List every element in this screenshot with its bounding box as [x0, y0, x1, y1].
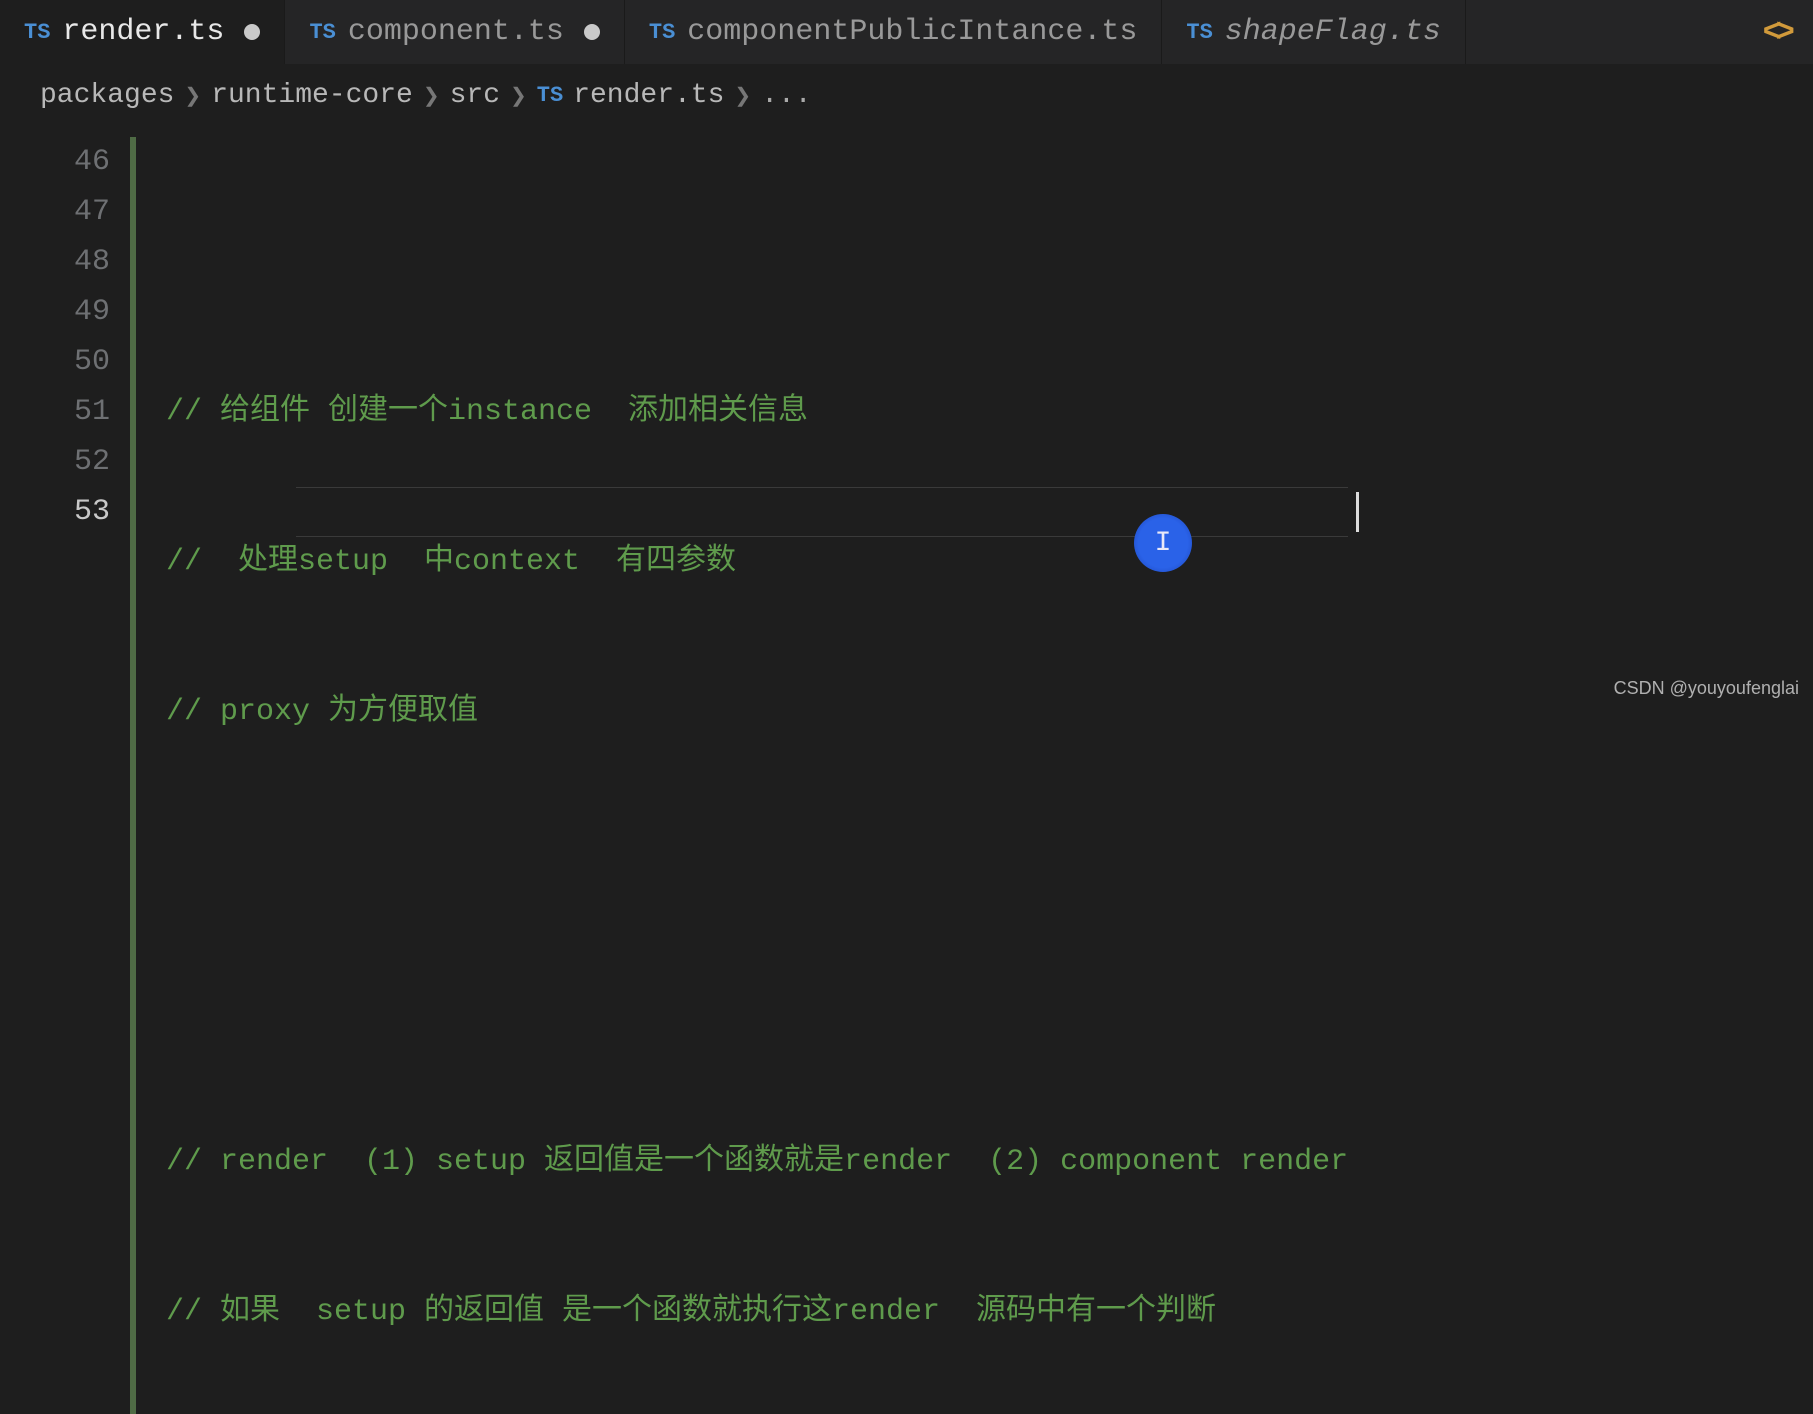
tab-component[interactable]: TS component.ts — [285, 0, 624, 64]
cursor-highlight-icon: I — [1134, 514, 1192, 572]
tab-render[interactable]: TS render.ts — [0, 0, 285, 64]
watermark: CSDN @youyoufenglai — [1614, 678, 1799, 699]
code-line: // 如果 setup 的返回值 是一个函数就执行这render 源码中有一个判… — [166, 1295, 1216, 1329]
line-number: 50 — [0, 337, 110, 387]
line-number: 47 — [0, 187, 110, 237]
code-line: // 给组件 创建一个instance 添加相关信息 — [166, 395, 808, 429]
tab-label: shapeFlag.ts — [1225, 15, 1441, 49]
code-line: // proxy 为方便取值 — [166, 695, 478, 729]
chevron-right-icon: ❯ — [734, 83, 751, 109]
line-gutter: 46 47 48 49 50 51 52 53 — [0, 137, 130, 1414]
editor[interactable]: 46 47 48 49 50 51 52 53 // 给组件 创建一个insta… — [0, 127, 1813, 1414]
code-line: // 处理setup 中context 有四参数 — [166, 545, 736, 579]
chevron-right-icon: ❯ — [184, 83, 201, 109]
code-tag-icon[interactable]: <> — [1763, 14, 1789, 51]
tab-label: componentPublicIntance.ts — [687, 15, 1137, 49]
line-number: 53 — [0, 487, 110, 537]
code-line: // render (1) setup 返回值是一个函数就是render (2)… — [166, 1145, 1348, 1179]
ts-icon: TS — [24, 20, 50, 45]
ts-icon: TS — [537, 83, 563, 108]
code-area[interactable]: // 给组件 创建一个instance 添加相关信息 // 处理setup 中c… — [166, 137, 1348, 1414]
breadcrumb-part[interactable]: packages — [40, 80, 174, 111]
breadcrumb-file[interactable]: render.ts — [573, 80, 724, 111]
ts-icon: TS — [1186, 20, 1212, 45]
line-number: 48 — [0, 237, 110, 287]
modified-dot-icon — [584, 24, 600, 40]
breadcrumb-more[interactable]: ... — [761, 80, 811, 111]
line-number: 52 — [0, 437, 110, 487]
text-caret — [1356, 492, 1359, 532]
breadcrumb-part[interactable]: runtime-core — [211, 80, 413, 111]
tab-actions: <> — [1739, 0, 1813, 64]
tab-shapeflag[interactable]: TS shapeFlag.ts — [1162, 0, 1465, 64]
line-number: 51 — [0, 387, 110, 437]
git-gutter-bar — [130, 137, 136, 1414]
breadcrumb-part[interactable]: src — [450, 80, 500, 111]
chevron-right-icon: ❯ — [423, 83, 440, 109]
tab-bar: TS render.ts TS component.ts TS componen… — [0, 0, 1813, 64]
line-number: 46 — [0, 137, 110, 187]
modified-dot-icon — [244, 24, 260, 40]
tab-label: render.ts — [62, 15, 224, 49]
breadcrumb[interactable]: packages ❯ runtime-core ❯ src ❯ TS rende… — [0, 64, 1813, 127]
ts-icon: TS — [649, 20, 675, 45]
chevron-right-icon: ❯ — [510, 83, 527, 109]
tab-component-public-instance[interactable]: TS componentPublicIntance.ts — [625, 0, 1162, 64]
line-number: 49 — [0, 287, 110, 337]
ts-icon: TS — [309, 20, 335, 45]
tab-label: component.ts — [348, 15, 564, 49]
